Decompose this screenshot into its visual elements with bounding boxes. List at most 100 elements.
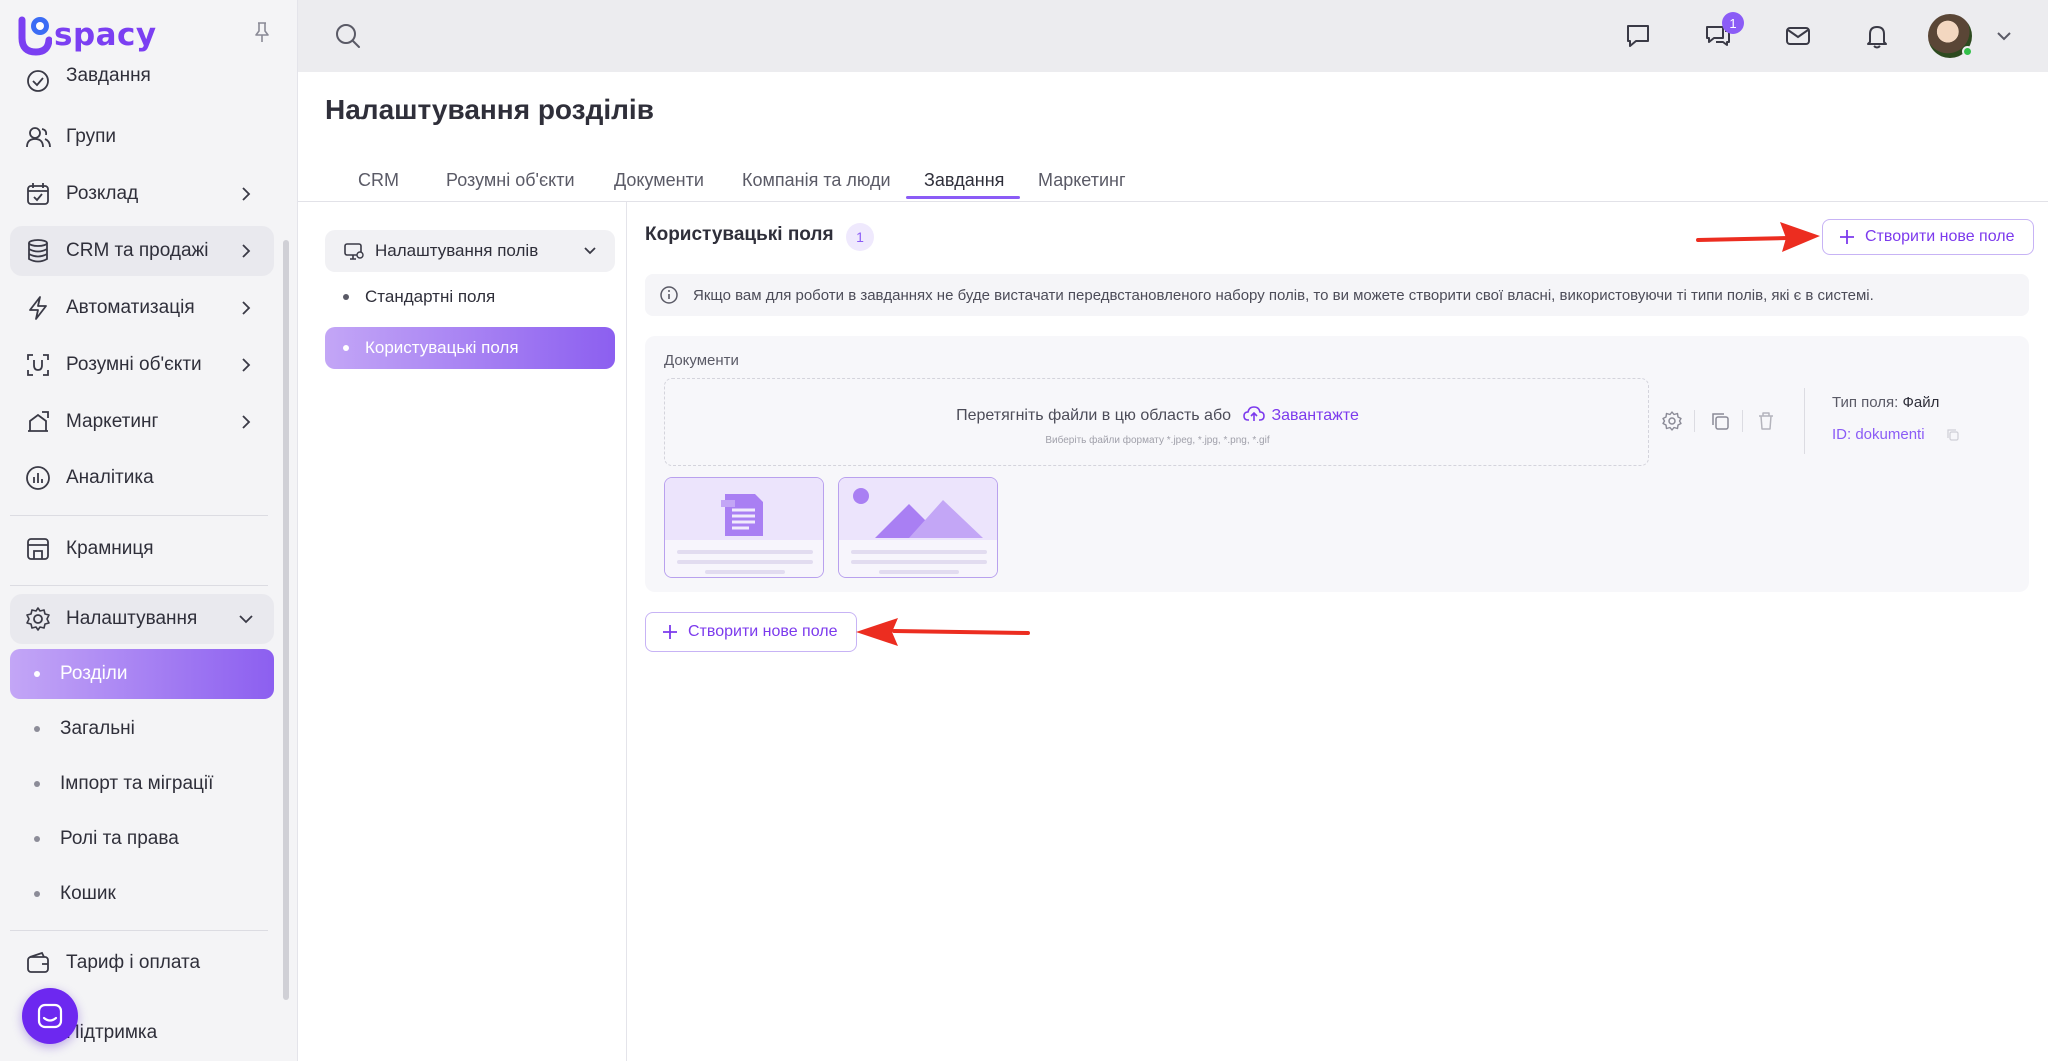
- section-tabs: CRM Розумні об'єкти Документи Компанія т…: [298, 160, 2048, 202]
- custom-fields-title: Користувацькі поля: [645, 224, 834, 245]
- upload-link[interactable]: Завантажте: [1271, 407, 1358, 424]
- sidebar-item-analytics[interactable]: Аналітика: [10, 453, 274, 503]
- bullet-dot: [34, 836, 40, 842]
- logo-text: spacy: [54, 17, 157, 53]
- info-banner: Якщо вам для роботи в завданнях не буде …: [645, 274, 2029, 316]
- sidebar-divider: [10, 930, 268, 931]
- pin-icon[interactable]: [252, 20, 272, 44]
- chevron-down-icon[interactable]: [1994, 26, 2014, 46]
- wallet-icon: [24, 949, 52, 977]
- database-icon: [24, 237, 52, 265]
- drop-text: Перетягніть файли в цю область або: [956, 407, 1232, 424]
- create-field-button-top[interactable]: Створити нове поле: [1822, 219, 2034, 255]
- fields-settings-label: Налаштування полів: [375, 241, 539, 260]
- action-separator: [1742, 410, 1743, 432]
- tab-marketing[interactable]: Маркетинг: [1038, 170, 1126, 202]
- annotation-arrow-bottom: [856, 618, 1030, 646]
- chevron-right-icon: [236, 412, 256, 432]
- custom-fields-item[interactable]: Користувацькі поля: [325, 327, 615, 369]
- tab-documents[interactable]: Документи: [614, 170, 704, 202]
- bullet-dot: [34, 781, 40, 787]
- fields-settings-select[interactable]: Налаштування полів: [325, 230, 615, 272]
- field-settings-gear-icon[interactable]: [1661, 410, 1683, 432]
- sidebar-item-groups[interactable]: Групи: [10, 112, 274, 162]
- bell-icon[interactable]: [1861, 20, 1893, 52]
- active-tab-indicator: [906, 196, 1020, 199]
- page-title: Налаштування розділів: [325, 94, 654, 125]
- chats-badge: 1: [1722, 12, 1744, 34]
- create-field-button-bottom[interactable]: Створити нове поле: [645, 612, 857, 652]
- sidebar-item-settings[interactable]: Налаштування: [10, 594, 274, 644]
- custom-fields-count: 1: [846, 223, 874, 251]
- bullet-dot: [343, 345, 349, 351]
- sidebar-item-schedule[interactable]: Розклад: [10, 169, 274, 219]
- chevron-right-icon: [236, 355, 256, 375]
- chevron-right-icon: [236, 184, 256, 204]
- sidebar-item-smart-objects[interactable]: Розумні об'єкти: [10, 340, 274, 390]
- chevron-right-icon: [236, 241, 256, 261]
- smart-object-icon: [24, 351, 52, 379]
- meta-separator: [1804, 388, 1805, 454]
- logo[interactable]: spacy: [18, 14, 157, 56]
- sidebar-subitem-trash[interactable]: Кошик: [10, 869, 274, 919]
- sidebar-item-label: Маркетинг: [66, 411, 159, 432]
- chat-icon: [37, 1003, 63, 1029]
- plus-icon: [1839, 229, 1855, 245]
- chevron-right-icon: [236, 298, 256, 318]
- annotation-arrow-top: [1696, 222, 1820, 252]
- standard-fields-item[interactable]: Стандартні поля: [325, 276, 615, 318]
- marketing-icon: [24, 408, 52, 436]
- store-icon: [24, 535, 52, 563]
- sidebar-subitem-sections[interactable]: Розділи: [10, 649, 274, 699]
- standard-fields-label: Стандартні поля: [365, 287, 496, 306]
- bullet-dot: [34, 891, 40, 897]
- mail-icon[interactable]: [1782, 20, 1814, 52]
- field-type: Тип поля: Файл: [1832, 394, 1939, 411]
- sidebar-subitem-general[interactable]: Загальні: [10, 704, 274, 754]
- tab-smart-objects[interactable]: Розумні об'єкти: [446, 170, 575, 202]
- create-field-label: Створити нове поле: [688, 623, 838, 640]
- sidebar-subitem-import[interactable]: Імпорт та міграції: [10, 759, 274, 809]
- logo-mark-icon: [18, 14, 53, 56]
- sidebar-item-label: Завдання: [66, 65, 151, 86]
- sidebar-item-automation[interactable]: Автоматизація: [10, 283, 274, 333]
- sidebar-item-label: Розклад: [66, 183, 139, 204]
- sidebar-divider: [10, 585, 268, 586]
- trash-icon[interactable]: [1755, 410, 1777, 432]
- sidebar-scrollbar[interactable]: [283, 240, 289, 1000]
- info-icon: [659, 285, 679, 305]
- sidebar-item-label: Підтримка: [66, 1022, 158, 1043]
- calendar-icon: [24, 180, 52, 208]
- users-icon: [24, 123, 52, 151]
- sidebar-item-store[interactable]: Крамниця: [10, 524, 274, 574]
- lightning-icon: [24, 294, 52, 322]
- copy-icon[interactable]: [1709, 410, 1731, 432]
- copy-id-icon[interactable]: [1946, 428, 1960, 442]
- sidebar-item-label: Тариф і оплата: [66, 952, 201, 973]
- sidebar-subitem-label: Загальні: [60, 718, 135, 739]
- tab-company-people[interactable]: Компанія та люди: [742, 170, 891, 202]
- sidebar-item-label: Аналітика: [66, 467, 154, 488]
- avatar[interactable]: [1928, 14, 1973, 58]
- sidebar-item-billing[interactable]: Тариф і оплата: [10, 938, 274, 988]
- bullet-dot: [34, 671, 40, 677]
- sidebar-subitem-roles[interactable]: Ролі та права: [10, 814, 274, 864]
- chats-icon[interactable]: 1: [1702, 12, 1744, 52]
- create-field-label: Створити нове поле: [1865, 228, 2015, 245]
- sidebar-item-marketing[interactable]: Маркетинг: [10, 397, 274, 447]
- check-circle-icon: [24, 69, 52, 97]
- sidebar: spacy Завдання Групи Розклад CRM та прод…: [0, 0, 298, 1061]
- top-bar: 1: [298, 0, 2048, 72]
- dropzone-hint: Виберіть файли формату *.jpeg, *.jpg, *.…: [1045, 435, 1270, 446]
- online-status-dot: [1962, 46, 1973, 57]
- live-chat-button[interactable]: [22, 988, 78, 1044]
- file-dropzone[interactable]: Перетягніть файли в цю область або Заван…: [664, 378, 1649, 466]
- messages-icon[interactable]: [1622, 20, 1654, 52]
- sidebar-item-tasks[interactable]: Завдання: [10, 56, 274, 110]
- chevron-down-icon: [236, 609, 256, 629]
- bullet-dot: [34, 726, 40, 732]
- tab-crm[interactable]: CRM: [358, 170, 399, 202]
- document-preview-thumb: [664, 477, 824, 578]
- search-icon[interactable]: [334, 22, 362, 50]
- sidebar-item-crm[interactable]: CRM та продажі: [10, 226, 274, 276]
